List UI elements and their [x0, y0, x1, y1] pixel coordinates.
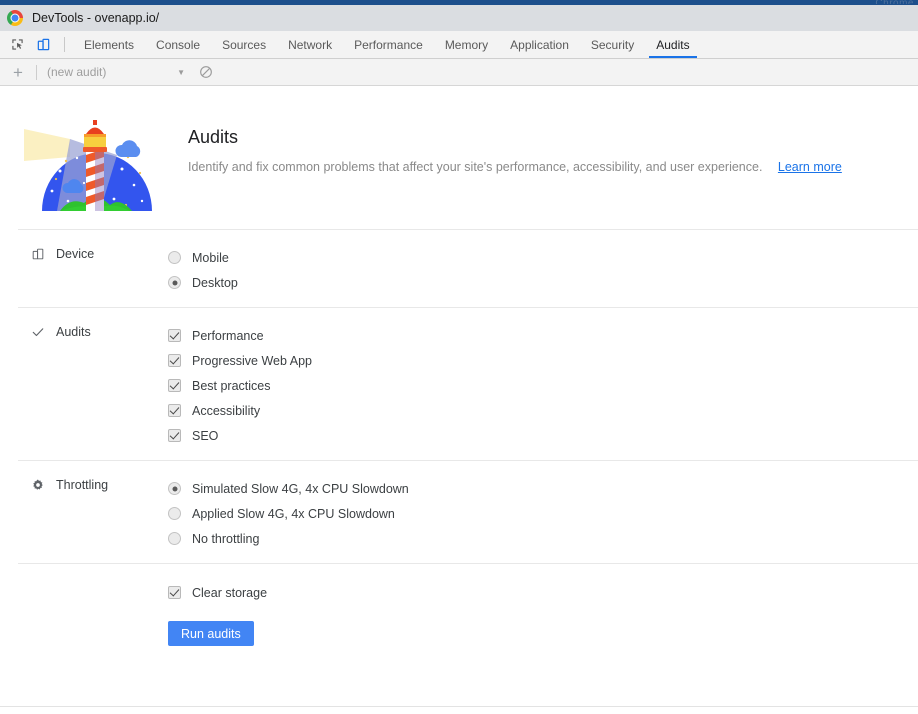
checkbox-best-practices[interactable] — [168, 379, 181, 392]
audits-sub-toolbar: + (new audit) ▼ — [0, 59, 918, 86]
tab-performance[interactable]: Performance — [343, 31, 434, 58]
audit-option-label: Progressive Web App — [192, 353, 312, 368]
tab-label: Elements — [84, 37, 135, 52]
tab-audits[interactable]: Audits — [645, 31, 700, 58]
tab-label: Sources — [222, 37, 267, 52]
audit-option-label: Accessibility — [192, 403, 261, 418]
gear-icon — [30, 477, 46, 493]
throttling-option-none[interactable]: No throttling — [168, 526, 918, 551]
clear-storage-option[interactable]: Clear storage — [168, 580, 918, 605]
device-option-desktop[interactable]: Desktop — [168, 270, 918, 295]
device-icon — [30, 246, 46, 262]
device-options: Mobile Desktop — [168, 244, 918, 295]
add-audit-button[interactable]: + — [6, 61, 30, 83]
audits-options: Performance Progressive Web App Best pra… — [168, 322, 918, 448]
bottom-divider — [0, 706, 918, 707]
throttling-options: Simulated Slow 4G, 4x CPU Slowdown Appli… — [168, 475, 918, 551]
device-option-mobile[interactable]: Mobile — [168, 245, 918, 270]
throttling-option-label: Applied Slow 4G, 4x CPU Slowdown — [192, 506, 395, 521]
clear-block-icon[interactable] — [195, 61, 217, 83]
audits-label-text: Audits — [56, 325, 91, 339]
audit-option-label: Best practices — [192, 378, 271, 393]
window-title: DevTools - ovenapp.io/ — [32, 11, 160, 25]
audit-option-label: SEO — [192, 428, 219, 443]
toolbar-divider — [64, 37, 65, 52]
inspect-element-icon[interactable] — [4, 32, 30, 58]
tab-label: Console — [156, 37, 201, 52]
tab-application[interactable]: Application — [499, 31, 580, 58]
learn-more-link[interactable]: Learn more — [778, 160, 842, 174]
audit-option-progressive-web-app[interactable]: Progressive Web App — [168, 348, 918, 373]
tab-label: Audits — [656, 37, 690, 52]
audit-option-label: Performance — [192, 328, 264, 343]
checkbox-clear-storage[interactable] — [168, 586, 181, 599]
throttling-label-text: Throttling — [56, 478, 109, 492]
audit-option-best-practices[interactable]: Best practices — [168, 373, 918, 398]
tab-security[interactable]: Security — [580, 31, 645, 58]
page-description-text: Identify and fix common problems that af… — [188, 160, 763, 174]
tab-label: Memory — [444, 37, 489, 52]
device-section: Device Mobile Desktop — [0, 230, 918, 307]
tab-label: Application — [510, 37, 569, 52]
chevron-down-icon: ▼ — [177, 67, 185, 77]
audit-option-performance[interactable]: Performance — [168, 323, 918, 348]
lighthouse-illustration — [22, 113, 172, 218]
throttling-option-label: Simulated Slow 4G, 4x CPU Slowdown — [192, 481, 409, 496]
throttling-option-applied[interactable]: Applied Slow 4G, 4x CPU Slowdown — [168, 501, 918, 526]
devtools-title-bar: DevTools - ovenapp.io/ — [0, 5, 918, 31]
tab-label: Performance — [354, 37, 423, 52]
checkbox-accessibility[interactable] — [168, 404, 181, 417]
device-option-label: Mobile — [192, 250, 229, 265]
radio-desktop[interactable] — [168, 276, 181, 289]
storage-section-inner: Clear storage Run audits — [0, 580, 918, 646]
page-description: Identify and fix common problems that af… — [188, 160, 842, 174]
check-icon — [30, 324, 46, 340]
radio-mobile[interactable] — [168, 251, 181, 264]
tab-label: Security — [590, 37, 635, 52]
throttling-section: Throttling Simulated Slow 4G, 4x CPU Slo… — [0, 461, 918, 563]
device-toolbar-icon[interactable] — [30, 32, 56, 58]
background-window-title: Chrome — [875, 0, 914, 4]
run-audits-button[interactable]: Run audits — [168, 621, 254, 646]
chrome-logo-icon — [7, 10, 23, 26]
page-title: Audits — [188, 127, 239, 147]
tab-sources[interactable]: Sources — [211, 31, 277, 58]
tab-label: Network — [288, 37, 333, 52]
tab-console[interactable]: Console — [145, 31, 211, 58]
checkbox-seo[interactable] — [168, 429, 181, 442]
radio-simulated-throttling[interactable] — [168, 482, 181, 495]
clear-storage-label: Clear storage — [192, 585, 268, 600]
checkbox-performance[interactable] — [168, 329, 181, 342]
audit-option-seo[interactable]: SEO — [168, 423, 918, 448]
tab-elements[interactable]: Elements — [73, 31, 145, 58]
devtools-tab-bar: Elements Console Sources Network Perform… — [0, 31, 918, 59]
throttling-section-label: Throttling — [0, 475, 168, 493]
audit-select-value: (new audit) — [47, 65, 107, 79]
checkbox-progressive-web-app[interactable] — [168, 354, 181, 367]
radio-no-throttling[interactable] — [168, 532, 181, 545]
audits-panel: Audits Identify and fix common problems … — [0, 87, 918, 714]
audits-section: Audits Performance Progressive Web App B… — [0, 308, 918, 460]
tab-memory[interactable]: Memory — [434, 31, 499, 58]
device-option-label: Desktop — [192, 275, 238, 290]
tab-network[interactable]: Network — [277, 31, 343, 58]
device-section-label: Device — [0, 244, 168, 262]
throttling-option-simulated[interactable]: Simulated Slow 4G, 4x CPU Slowdown — [168, 476, 918, 501]
device-label-text: Device — [56, 247, 95, 261]
storage-section: Clear storage Run audits — [0, 564, 918, 646]
audits-section-label: Audits — [0, 322, 168, 340]
hero-text-block: Audits Identify and fix common problems … — [188, 127, 842, 174]
audits-hero: Audits Identify and fix common problems … — [0, 87, 918, 229]
radio-applied-throttling[interactable] — [168, 507, 181, 520]
throttling-option-label: No throttling — [192, 531, 260, 546]
subbar-divider — [36, 64, 37, 80]
audit-option-accessibility[interactable]: Accessibility — [168, 398, 918, 423]
audit-select-dropdown[interactable]: (new audit) ▼ — [43, 61, 191, 83]
